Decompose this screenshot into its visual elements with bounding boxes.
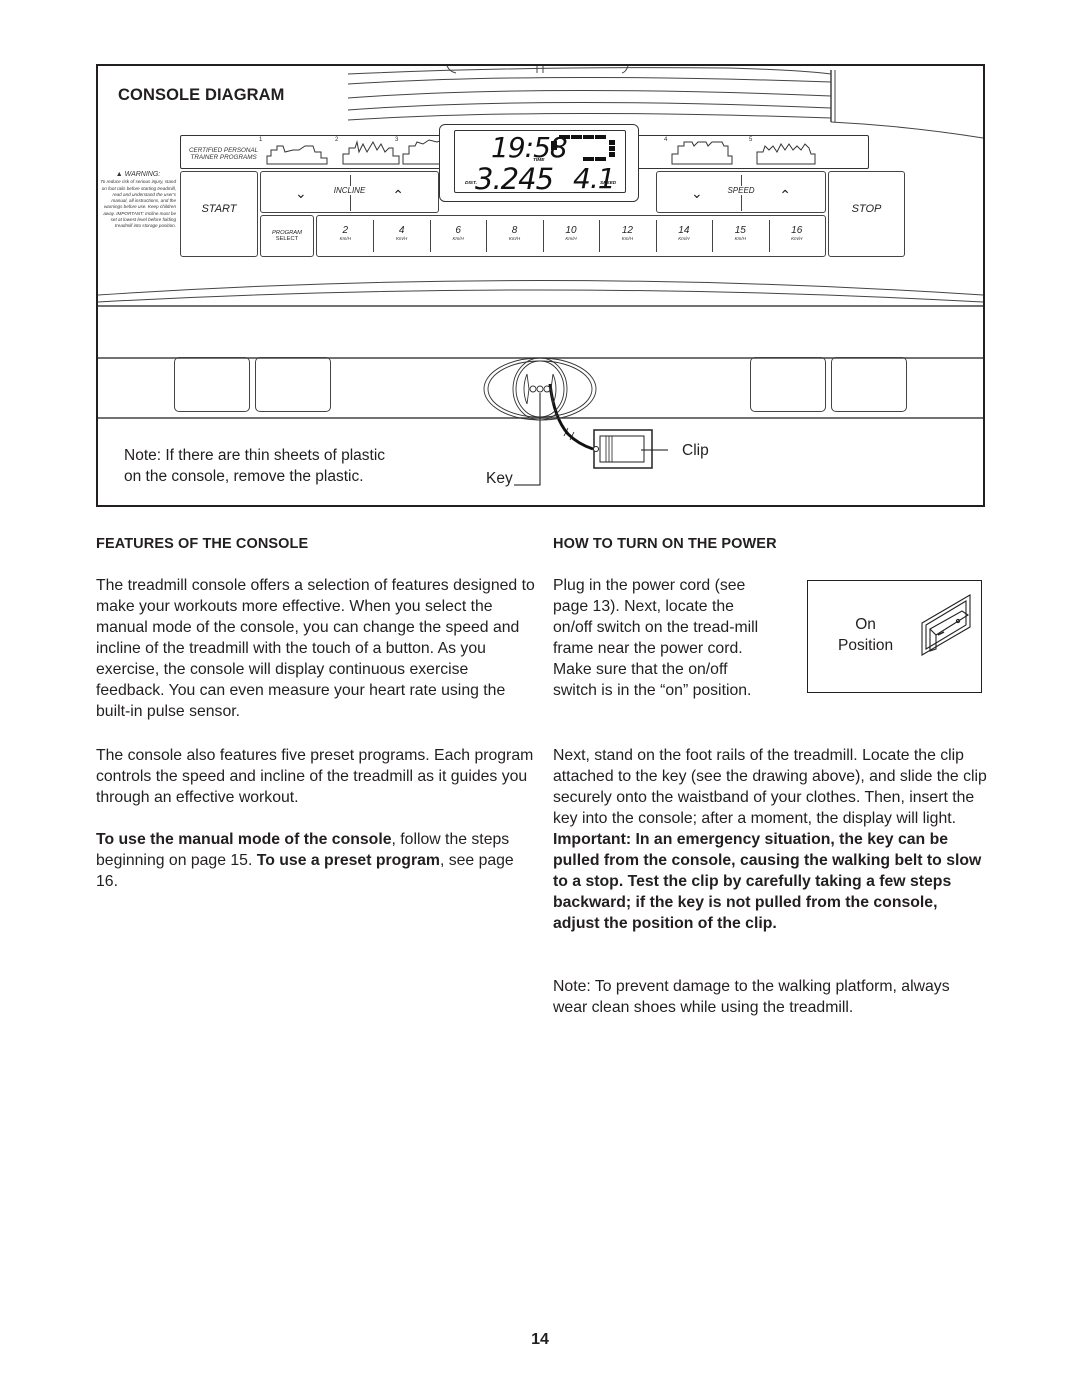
power-paragraph: Next, stand on the foot rails of the tre… (553, 745, 988, 934)
console-pad-left-2 (255, 357, 331, 412)
speed-key-12[interactable]: 12 Km/H (599, 216, 655, 256)
program-profile-icon (671, 141, 733, 165)
program-4-profile[interactable]: 4 (664, 137, 738, 166)
speed-key-value: 2 (342, 225, 348, 236)
warning-body: To reduce risk of serious injury, stand … (100, 179, 176, 229)
page-number: 14 (531, 1331, 549, 1348)
program-1-profile[interactable]: 1 (259, 137, 333, 166)
label-line: Position (838, 637, 894, 654)
speed-quick-keys: 2 Km/H 4 Km/H 6 Km/H 8 Km/H 10 Km/H 12 Km/H 14… (316, 215, 826, 257)
start-button[interactable]: START (180, 171, 258, 257)
speed-key-value: 10 (565, 225, 577, 236)
speed-key-10[interactable]: 10 Km/H (542, 216, 599, 256)
speed-key-value: 4 (398, 225, 405, 236)
console-controls: START ⌄ INCLINE ⌃ PROGRAM SELECT 2 Km/H 4K… (180, 171, 906, 257)
warning-text: ▲ WARNING: To reduce risk of serious inj… (100, 171, 176, 230)
speed-key-unit: Km/H (452, 236, 464, 241)
clip-callout-label: Clip (682, 442, 709, 459)
stop-button[interactable]: STOP (828, 171, 905, 257)
safety-key-icon[interactable] (483, 356, 603, 426)
rocker-switch-icon (921, 594, 971, 656)
speed-key-value: 12 (621, 225, 633, 236)
program-profile-icon (756, 143, 816, 165)
diagram-title: CONSOLE DIAGRAM (118, 86, 285, 104)
speed-key-2[interactable]: 2 Km/H (317, 216, 373, 256)
program-select-button[interactable]: PROGRAM SELECT (260, 215, 314, 257)
console-pad-right-1 (750, 357, 826, 412)
label-line: TRAINER PROGRAMS (190, 154, 257, 161)
chevron-up-icon[interactable]: ⌃ (779, 187, 791, 204)
body-text: Next, stand on the foot rails of the tre… (553, 747, 987, 827)
features-paragraph: The console also features five preset pr… (96, 747, 534, 806)
on-off-switch-figure: On Position (807, 580, 982, 693)
program-number: 4 (664, 137, 668, 143)
bold-text: To use the manual mode of the console (96, 831, 392, 848)
switch-position-label: On Position (838, 614, 893, 656)
speed-key-4[interactable]: 4 Km/H (373, 216, 429, 256)
speed-key-unit: Km/H (621, 236, 634, 241)
important-warning-text: Important: In an emergency situation, th… (553, 831, 982, 932)
console-diagram: CONSOLE DIAGRAM CERTIFIED PERSONAL TRAIN… (96, 64, 985, 507)
chevron-down-icon[interactable]: ⌄ (295, 185, 307, 202)
features-usage-paragraph: To use the manual mode of the console, f… (96, 829, 536, 892)
label-line: PROGRAM (272, 229, 302, 236)
features-heading: FEATURES OF THE CONSOLE (96, 536, 309, 552)
program-number: 2 (335, 137, 339, 143)
note-line: Note: If there are thin sheets of plasti… (124, 447, 386, 464)
chevron-down-icon[interactable]: ⌄ (691, 185, 703, 202)
label-line: SELECT (275, 236, 299, 242)
speed-key-value: 6 (455, 225, 461, 236)
speed-key-value: 8 (511, 225, 518, 236)
power-heading: HOW TO TURN ON THE POWER (553, 536, 777, 552)
plastic-note: Note: If there are thin sheets of plasti… (124, 446, 385, 487)
power-paragraph: Plug in the power cord (see page 13). Ne… (553, 577, 759, 699)
bold-text: To use a preset program (256, 852, 440, 869)
speed-key-8[interactable]: 8 Km/H (486, 216, 542, 256)
speed-key-14[interactable]: 14 Km/H (655, 216, 712, 256)
chevron-up-icon[interactable]: ⌃ (392, 187, 404, 204)
speed-key-unit: Km/H (339, 236, 351, 241)
speed-label: SPEED (726, 186, 756, 195)
speed-key-unit: Km/H (508, 236, 521, 241)
incline-label: INCLINE (332, 186, 367, 195)
speed-key-6[interactable]: 6 Km/H (429, 216, 486, 256)
speed-rocker: ⌄ SPEED ⌃ (656, 171, 826, 213)
speed-key-value: 16 (791, 225, 803, 236)
warning-title: ▲ WARNING: (115, 171, 161, 178)
certified-programs-label: CERTIFIED PERSONAL TRAINER PROGRAMS (189, 147, 258, 161)
speed-key-value: 14 (678, 225, 690, 236)
note-line: on the console, remove the plastic. (124, 467, 364, 485)
speed-key-unit: Km/H (734, 236, 746, 241)
speed-key-value: 15 (734, 225, 746, 236)
program-profile-icon (266, 145, 328, 165)
speed-key-15[interactable]: 15 Km/H (712, 216, 768, 256)
label-line: On (855, 616, 876, 633)
console-pad-right-2 (831, 357, 907, 412)
features-paragraph: The treadmill console offers a selection… (96, 577, 535, 720)
program-number: 1 (259, 137, 263, 143)
speed-key-unit: Km/H (565, 236, 577, 241)
shoes-note: Note: To prevent damage to the walking p… (553, 978, 950, 1016)
speed-key-unit: Km/H (791, 236, 803, 241)
program-number: 3 (395, 137, 399, 143)
program-5-profile[interactable]: 5 (749, 137, 823, 166)
track-progress-graphic (551, 135, 615, 161)
program-number: 5 (749, 137, 753, 143)
speed-key-unit: Km/H (396, 236, 408, 241)
speed-key-16[interactable]: 16 Km/H (768, 216, 825, 256)
label-line: CERTIFIED PERSONAL (189, 147, 259, 154)
incline-rocker: ⌄ INCLINE ⌃ (260, 171, 439, 213)
key-callout-label: Key (486, 470, 513, 487)
console-pad-left-1 (174, 357, 250, 412)
speed-key-unit: Km/H (678, 236, 690, 241)
